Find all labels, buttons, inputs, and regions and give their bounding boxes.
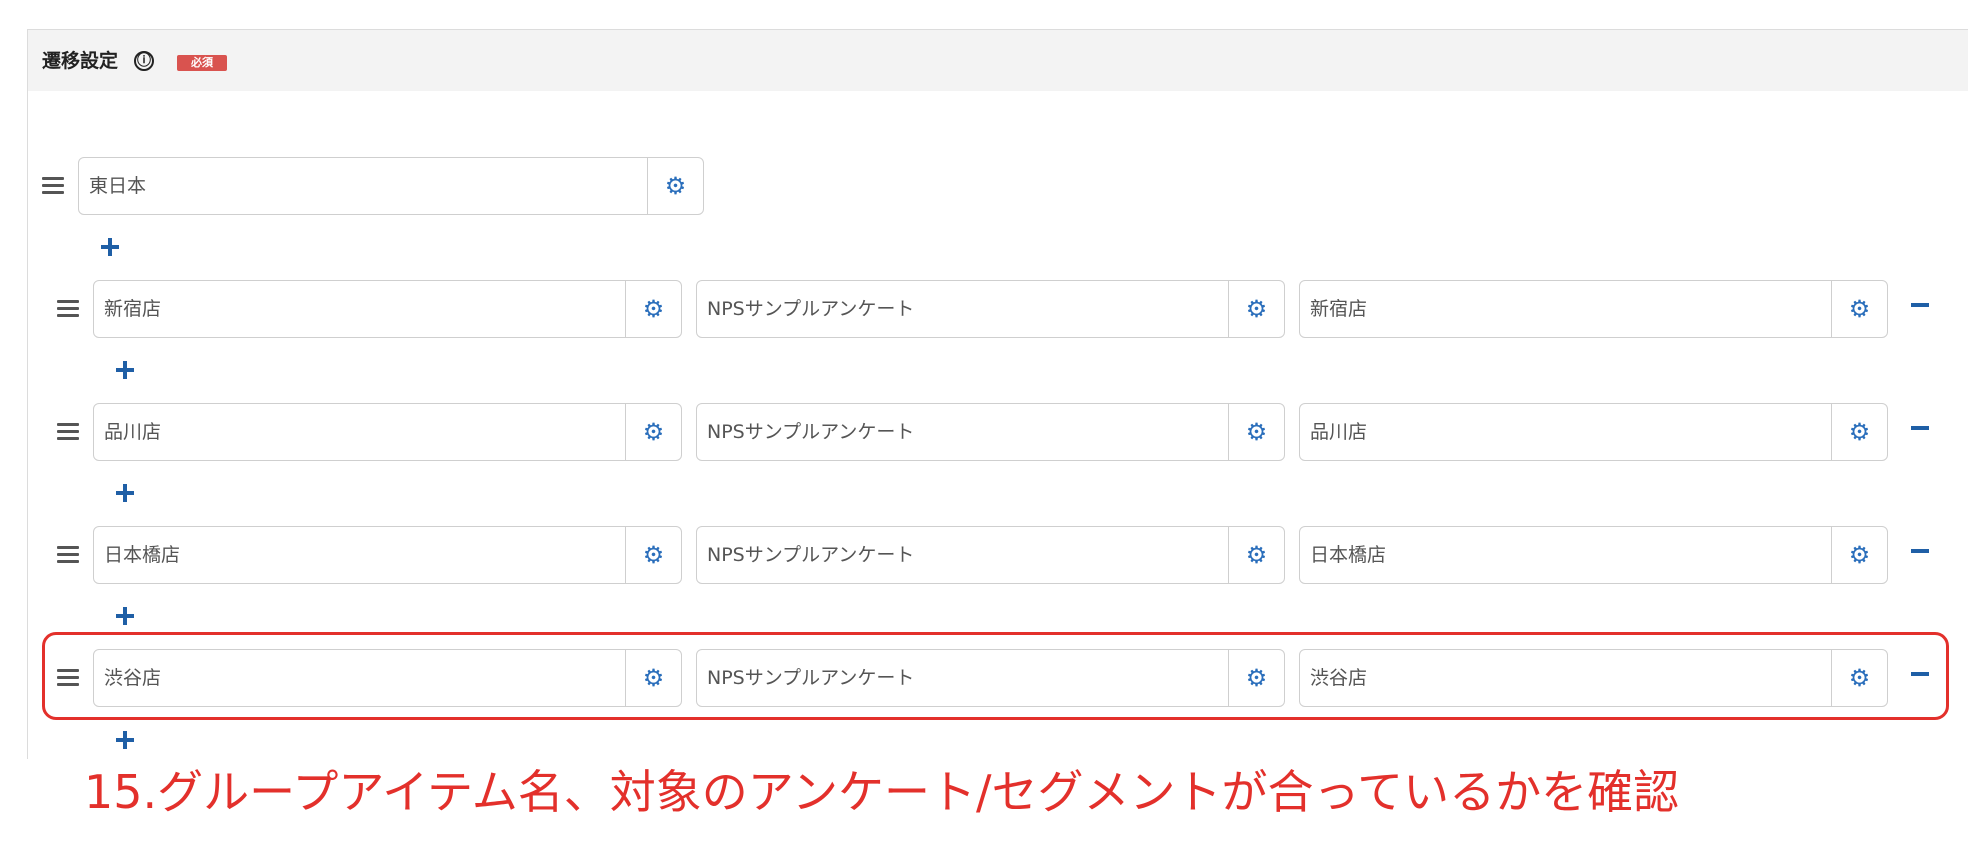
gear-icon[interactable]: ⚙ bbox=[1228, 404, 1284, 460]
survey-select-field: NPSサンプルアンケート ⚙ bbox=[696, 526, 1285, 584]
gear-icon[interactable]: ⚙ bbox=[1228, 281, 1284, 337]
survey-select-field: NPSサンプルアンケート ⚙ bbox=[696, 403, 1285, 461]
segment-select-field: 新宿店 ⚙ bbox=[1299, 280, 1888, 338]
drag-handle-icon[interactable] bbox=[57, 423, 79, 441]
segment-select-field: 品川店 ⚙ bbox=[1299, 403, 1888, 461]
gear-icon[interactable]: ⚙ bbox=[1831, 404, 1887, 460]
plus-icon[interactable] bbox=[116, 484, 134, 502]
survey-select-field: NPSサンプルアンケート ⚙ bbox=[696, 280, 1285, 338]
plus-icon[interactable] bbox=[116, 731, 134, 749]
group-root-field: 東日本 ⚙ bbox=[78, 157, 704, 215]
minus-icon[interactable] bbox=[1911, 549, 1929, 553]
highlight-box bbox=[42, 632, 1949, 720]
group-item-field: 新宿店 ⚙ bbox=[93, 280, 682, 338]
gear-icon[interactable]: ⚙ bbox=[625, 404, 681, 460]
group-item-name-input[interactable]: 新宿店 bbox=[94, 281, 625, 337]
plus-icon[interactable] bbox=[101, 238, 119, 256]
segment-select-input[interactable]: 品川店 bbox=[1300, 404, 1831, 460]
segment-select-field: 日本橋店 ⚙ bbox=[1299, 526, 1888, 584]
gear-icon[interactable]: ⚙ bbox=[625, 527, 681, 583]
gear-icon[interactable]: ⚙ bbox=[647, 158, 703, 214]
group-item-field: 日本橋店 ⚙ bbox=[93, 526, 682, 584]
required-badge: 必須 bbox=[177, 55, 227, 71]
survey-select-input[interactable]: NPSサンプルアンケート bbox=[697, 281, 1228, 337]
group-root-input[interactable]: 東日本 bbox=[79, 158, 647, 214]
drag-handle-icon[interactable] bbox=[42, 177, 64, 195]
segment-select-input[interactable]: 日本橋店 bbox=[1300, 527, 1831, 583]
info-icon[interactable]: ⓘ bbox=[134, 51, 154, 71]
drag-handle-icon[interactable] bbox=[57, 546, 79, 564]
survey-select-input[interactable]: NPSサンプルアンケート bbox=[697, 404, 1228, 460]
drag-handle-icon[interactable] bbox=[57, 300, 79, 318]
segment-select-input[interactable]: 新宿店 bbox=[1300, 281, 1831, 337]
section-title: 遷移設定 bbox=[42, 50, 119, 72]
survey-select-input[interactable]: NPSサンプルアンケート bbox=[697, 527, 1228, 583]
plus-icon[interactable] bbox=[116, 607, 134, 625]
group-item-field: 品川店 ⚙ bbox=[93, 403, 682, 461]
plus-icon[interactable] bbox=[116, 361, 134, 379]
gear-icon[interactable]: ⚙ bbox=[1228, 527, 1284, 583]
annotation-text: 15.グループアイテム名、対象のアンケート/セグメントが合っているかを確認 bbox=[84, 765, 1680, 819]
gear-icon[interactable]: ⚙ bbox=[625, 281, 681, 337]
gear-icon[interactable]: ⚙ bbox=[1831, 281, 1887, 337]
gear-icon[interactable]: ⚙ bbox=[1831, 527, 1887, 583]
group-item-name-input[interactable]: 品川店 bbox=[94, 404, 625, 460]
panel-header bbox=[28, 30, 1968, 91]
minus-icon[interactable] bbox=[1911, 303, 1929, 307]
minus-icon[interactable] bbox=[1911, 426, 1929, 430]
group-item-name-input[interactable]: 日本橋店 bbox=[94, 527, 625, 583]
